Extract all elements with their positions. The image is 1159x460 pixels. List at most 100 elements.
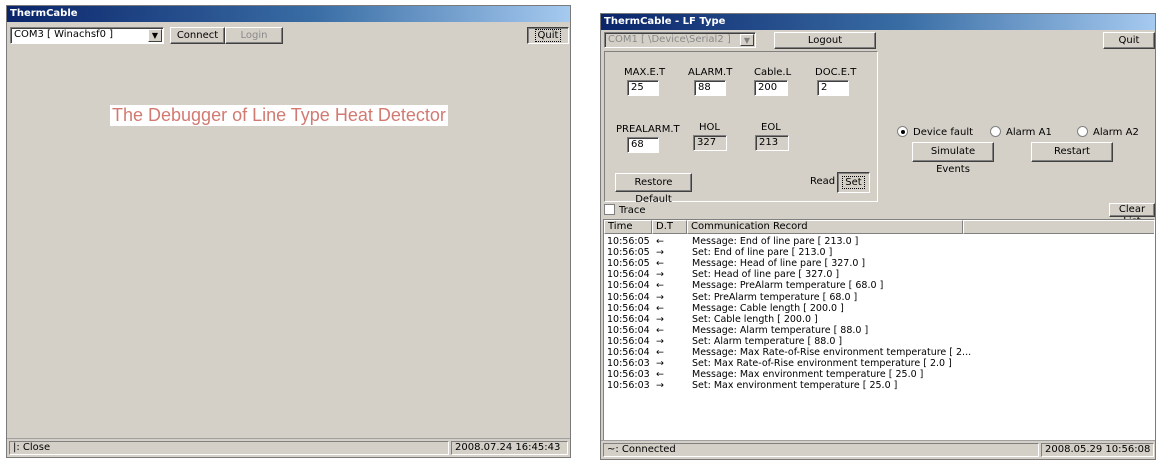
column-header-dt[interactable]: D.T (652, 220, 687, 234)
cell-message: Message: End of line pare [ 213.0 ] (692, 236, 859, 247)
table-row[interactable]: 10:56:05 ← Message: End of line pare [ 213… (604, 236, 1154, 247)
left-title-bar: ThermCable (7, 6, 570, 22)
cell-message: Message: Alarm temperature [ 88.0 ] (692, 324, 869, 336)
left-window: ThermCable COM3 [ Winachsf0 ] ▼ Connect … (6, 5, 571, 458)
cell-direction: → (656, 313, 664, 325)
connect-button[interactable]: Connect (170, 27, 225, 44)
table-row[interactable]: 10:56:03 → Set: Max Rate-of-Rise environme… (604, 358, 1154, 369)
communication-list[interactable]: Time D.T Communication Record 10:56:05 ← M… (603, 219, 1155, 441)
left-port-select[interactable]: COM3 [ Winachsf0 ] ▼ (10, 27, 164, 44)
left-quit-label: Quit (534, 29, 562, 42)
cell-direction: ← (656, 369, 664, 381)
login-button[interactable]: Login (225, 27, 283, 44)
cell-direction: ← (656, 324, 664, 336)
doc-et-label: DOC.E.T (815, 67, 857, 78)
cell-time: 10:56:05 (607, 258, 650, 270)
simulate-events-button[interactable]: Simulate Events (912, 142, 994, 175)
cell-direction: → (656, 335, 664, 347)
table-row[interactable]: 10:56:04 ← Message: PreAlarm temperature [… (604, 280, 1154, 291)
table-row[interactable]: 10:56:03 ← Message: Max environment temper… (604, 369, 1154, 380)
eol-label: EOL (761, 122, 781, 133)
right-status-bar: ~: Connected 2008.05.29 10:56:08 (601, 440, 1155, 459)
cell-time: 10:56:04 (607, 324, 650, 336)
table-row[interactable]: 10:56:04 ← Message: Cable length [ 200.0 ] (604, 303, 1154, 314)
cell-time: 10:56:04 (607, 347, 650, 358)
left-status-time: 2008.07.24 16:45:43 (451, 441, 568, 455)
left-port-value: COM3 [ Winachsf0 ] (14, 29, 114, 40)
table-row[interactable]: 10:56:04 ← Message: Max Rate-of-Rise envir… (604, 347, 1154, 358)
cell-direction: ← (656, 236, 664, 247)
radio-device-fault-label: Device fault (913, 127, 974, 138)
cell-direction: → (656, 358, 664, 370)
table-row[interactable]: 10:56:03 → Set: Max environment temperatur… (604, 380, 1154, 391)
table-row[interactable]: 10:56:05 ← Message: Head of line pare [ 32… (604, 258, 1154, 269)
radio-unselected-icon (990, 126, 1001, 137)
cell-time: 10:56:04 (607, 291, 650, 303)
radio-device-fault[interactable]: Device fault (897, 126, 973, 138)
restart-button[interactable]: Restart (1031, 142, 1113, 162)
prealarm-t-field[interactable]: 68 (627, 137, 659, 153)
cell-direction: ← (656, 347, 664, 358)
cell-message: Set: Alarm temperature [ 88.0 ] (692, 335, 843, 347)
prealarm-t-label: PREALARM.T (616, 124, 680, 135)
radio-alarm-a2[interactable]: Alarm A2 (1077, 126, 1139, 138)
cell-message: Set: Max environment temperature [ 25.0 … (692, 380, 898, 392)
clear-list-button[interactable]: Clear List (1109, 203, 1155, 227)
column-header-record[interactable]: Communication Record (687, 220, 963, 234)
chevron-down-icon[interactable]: ▼ (148, 29, 162, 42)
banner-text: The Debugger of Line Type Heat Detector (110, 105, 448, 126)
eol-field: 213 (755, 135, 789, 151)
cell-message: Set: Cable length [ 200.0 ] (692, 313, 818, 325)
cell-direction: → (656, 269, 664, 281)
cell-time: 10:56:04 (607, 280, 650, 292)
cell-message: Message: PreAlarm temperature [ 68.0 ] (692, 280, 884, 292)
cell-message: Set: PreAlarm temperature [ 68.0 ] (692, 291, 858, 303)
cell-direction: ← (656, 302, 664, 314)
right-quit-button[interactable]: Quit (1103, 32, 1155, 49)
logout-button[interactable]: Logout (774, 32, 876, 49)
left-quit-button[interactable]: Quit (527, 27, 569, 44)
alarm-t-label: ALARM.T (688, 67, 733, 78)
right-port-value: COM1 [ \Device\Serial2 ] (608, 34, 731, 45)
right-title: ThermCable - LF Type (604, 16, 726, 27)
table-row[interactable]: 10:56:04 → Set: Head of line pare [ 327.0 … (604, 269, 1154, 280)
cell-message: Message: Max environment temperature [ 2… (692, 369, 924, 381)
restore-default-button[interactable]: Restore Default (615, 173, 692, 205)
cell-direction: → (656, 380, 664, 392)
column-header-time[interactable]: Time (604, 220, 652, 234)
cell-direction: ← (656, 258, 664, 270)
right-port-select[interactable]: COM1 [ \Device\Serial2 ] ▼ (604, 32, 756, 48)
cell-message: Message: Head of line pare [ 327.0 ] (692, 258, 866, 270)
hol-field: 327 (693, 135, 727, 151)
cell-time: 10:56:04 (607, 302, 650, 314)
trace-label: Trace (619, 205, 646, 216)
params-panel: MAX.E.T 25 ALARM.T 88 Cable.L 200 DOC.E.… (604, 51, 878, 205)
set-button[interactable]: Set (837, 172, 870, 193)
read-button[interactable]: Read (810, 176, 835, 187)
cell-time: 10:56:03 (607, 380, 650, 392)
right-status-text: ~: Connected (603, 443, 1039, 457)
table-row[interactable]: 10:56:04 ← Message: Alarm temperature [ 88… (604, 325, 1154, 336)
table-row[interactable]: 10:56:05 → Set: End of line pare [ 213.0 ] (604, 247, 1154, 258)
cable-l-label: Cable.L (754, 67, 792, 78)
radio-unselected-icon (1077, 126, 1088, 137)
trace-checkbox[interactable]: Trace (604, 204, 646, 217)
table-row[interactable]: 10:56:04 → Set: PreAlarm temperature [ 68.… (604, 292, 1154, 303)
chevron-down-icon[interactable]: ▼ (740, 34, 754, 46)
cell-time: 10:56:04 (607, 335, 650, 347)
checkbox-icon (604, 204, 615, 215)
max-et-field[interactable]: 25 (627, 80, 659, 96)
cell-time: 10:56:03 (607, 369, 650, 381)
set-label: Set (842, 176, 865, 189)
radio-alarm-a1[interactable]: Alarm A1 (990, 126, 1052, 138)
right-status-time: 2008.05.29 10:56:08 (1041, 443, 1154, 457)
alarm-t-field[interactable]: 88 (694, 80, 726, 96)
cell-direction: ← (656, 280, 664, 292)
doc-et-field[interactable]: 2 (817, 80, 849, 96)
cell-time: 10:56:04 (607, 269, 650, 281)
cell-message: Message: Cable length [ 200.0 ] (692, 302, 844, 314)
cable-l-field[interactable]: 200 (754, 80, 788, 96)
table-row[interactable]: 10:56:04 → Set: Alarm temperature [ 88.0 ] (604, 336, 1154, 347)
cell-time: 10:56:03 (607, 358, 650, 370)
table-row[interactable]: 10:56:04 → Set: Cable length [ 200.0 ] (604, 314, 1154, 325)
